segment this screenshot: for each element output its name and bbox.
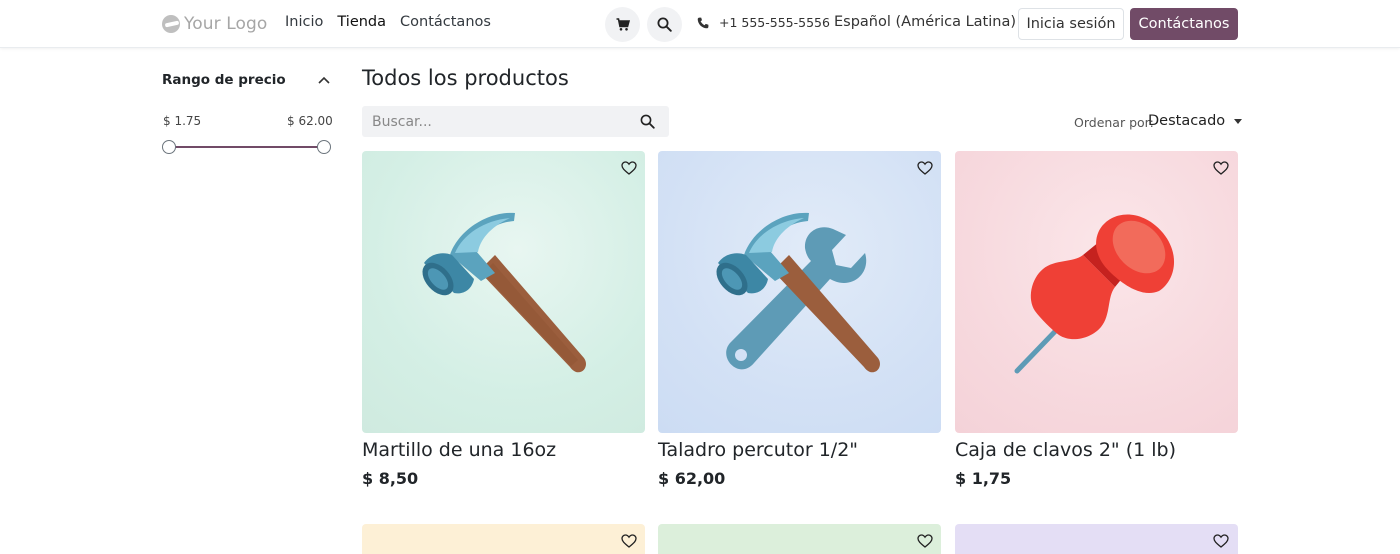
wishlist-heart-icon[interactable] bbox=[621, 161, 637, 175]
phone-link[interactable]: +1 555-555-5556 bbox=[697, 15, 830, 30]
price-min-value: $ 1.75 bbox=[163, 114, 202, 128]
search-input[interactable] bbox=[362, 106, 632, 137]
product-image-nails[interactable] bbox=[955, 151, 1238, 433]
logo[interactable]: Your Logo bbox=[162, 13, 267, 35]
nav-item-inicio[interactable]: Inicio bbox=[285, 14, 323, 30]
price-slider-max-handle[interactable] bbox=[317, 140, 331, 154]
price-slider-min-handle[interactable] bbox=[162, 140, 176, 154]
nav-item-contactanos[interactable]: Contáctanos bbox=[400, 14, 491, 30]
cart-icon bbox=[616, 18, 630, 31]
product-price: $ 62,00 bbox=[658, 469, 726, 488]
price-slider-track[interactable] bbox=[169, 146, 324, 148]
product-image-drill[interactable] bbox=[658, 151, 941, 433]
price-max-value: $ 62.00 bbox=[287, 114, 333, 128]
top-navbar: Your Logo Inicio Tienda Contáctanos +1 5… bbox=[0, 0, 1400, 48]
login-button[interactable]: Inicia sesión bbox=[1018, 8, 1124, 40]
logo-text: Your Logo bbox=[184, 14, 268, 34]
wishlist-heart-icon[interactable] bbox=[917, 161, 933, 175]
hammer-icon bbox=[422, 212, 587, 373]
sort-label: Ordenar por: bbox=[1074, 115, 1154, 130]
phone-number: +1 555-555-5556 bbox=[719, 15, 830, 30]
hammer-and-wrench-icon bbox=[716, 212, 881, 373]
chevron-down-icon bbox=[1234, 118, 1243, 124]
sort-value: Destacado bbox=[1148, 113, 1226, 129]
product-price: $ 8,50 bbox=[362, 469, 419, 488]
product-search bbox=[362, 106, 669, 137]
contact-button[interactable]: Contáctanos bbox=[1130, 8, 1238, 40]
wishlist-heart-icon[interactable] bbox=[621, 534, 637, 548]
main-nav: Inicio Tienda Contáctanos bbox=[285, 14, 491, 30]
logo-icon bbox=[162, 15, 180, 33]
product-name[interactable]: Taladro percutor 1/2" bbox=[658, 439, 858, 461]
language-label: Español (América Latina) bbox=[834, 14, 1016, 30]
wishlist-heart-icon[interactable] bbox=[917, 534, 933, 548]
price-range-title: Rango de precio bbox=[162, 72, 286, 88]
nav-item-tienda[interactable]: Tienda bbox=[337, 14, 386, 30]
product-image-hammer[interactable] bbox=[362, 151, 645, 433]
product-name[interactable]: Caja de clavos 2" (1 lb) bbox=[955, 439, 1176, 461]
pushpin-icon bbox=[1014, 214, 1175, 374]
page-title: Todos los productos bbox=[362, 66, 569, 90]
product-price: $ 1,75 bbox=[955, 469, 1012, 488]
search-icon bbox=[657, 17, 672, 32]
chevron-up-icon[interactable] bbox=[317, 75, 331, 85]
search-icon[interactable] bbox=[640, 114, 655, 129]
phone-icon bbox=[697, 17, 709, 28]
wishlist-heart-icon[interactable] bbox=[1213, 161, 1229, 175]
wishlist-heart-icon[interactable] bbox=[1213, 534, 1229, 548]
product-name[interactable]: Martillo de una 16oz bbox=[362, 439, 556, 461]
search-button[interactable] bbox=[647, 7, 682, 42]
language-selector[interactable]: Español (América Latina) bbox=[834, 14, 1032, 30]
cart-button[interactable] bbox=[605, 7, 640, 42]
sort-dropdown[interactable]: Destacado bbox=[1148, 113, 1243, 129]
